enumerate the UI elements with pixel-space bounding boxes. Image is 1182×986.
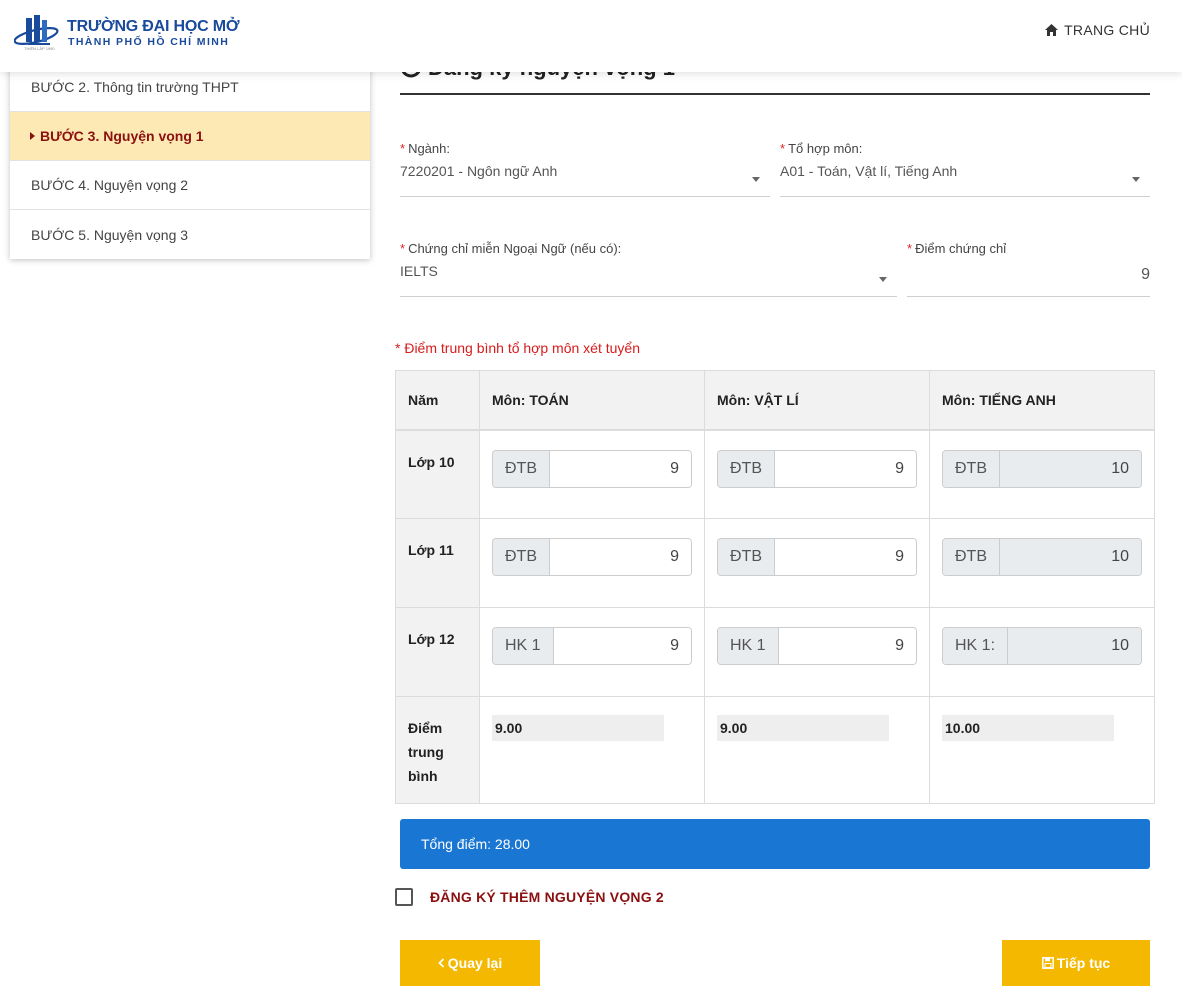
table-header-row: Năm Môn: TOÁN Môn: VẬT LÍ Môn: TIẾNG ANH xyxy=(395,370,1155,431)
next-label: Tiếp tục xyxy=(1056,955,1111,971)
logo-title: TRƯỜNG ĐẠI HỌC MỞ xyxy=(67,18,240,35)
steps-sidebar: BƯỚC 2. Thông tin trường THPT BƯỚC 3. Ng… xyxy=(10,62,370,259)
nganh-value: 7220201 - Ngôn ngữ Anh xyxy=(400,163,558,179)
score-table: Năm Môn: TOÁN Môn: VẬT LÍ Môn: TIẾNG ANH… xyxy=(395,370,1155,804)
diem-chung-chi-value: 9 xyxy=(1141,266,1150,283)
input-value: 9 xyxy=(550,450,691,487)
save-icon xyxy=(1041,957,1054,969)
input-addon: HK 1 xyxy=(493,628,554,664)
year-label: Lớp 11 xyxy=(395,518,480,608)
caret-right-icon xyxy=(30,132,35,140)
sidebar-item-step-5[interactable]: BƯỚC 5. Nguyện vọng 3 xyxy=(10,210,370,259)
table-row: Lớp 11 ĐTB 9 ĐTB 9 ĐTB 10 xyxy=(395,518,1155,608)
dropdown-arrow-icon xyxy=(879,277,887,282)
score-input-toan-12[interactable]: HK 19 xyxy=(492,627,692,665)
input-value: 10 xyxy=(1000,450,1141,487)
title-divider xyxy=(400,93,1150,95)
score-input-toan-10[interactable]: ĐTB 9 xyxy=(492,449,692,488)
home-label: TRANG CHỦ xyxy=(1064,22,1150,38)
input-value: 9 xyxy=(550,539,691,575)
home-icon xyxy=(1045,24,1059,36)
nganh-label: * Ngành: xyxy=(400,141,450,156)
sidebar-item-label: BƯỚC 4. Nguyện vọng 2 xyxy=(31,177,189,193)
sidebar-item-label: BƯỚC 3. Nguyện vọng 1 xyxy=(40,128,204,144)
to-hop-value: A01 - Toán, Vật lí, Tiếng Anh xyxy=(780,163,958,179)
average-toan: 9.00 xyxy=(492,715,664,741)
score-input-tieng-anh-12: HK 1: 10 xyxy=(942,627,1142,665)
table-row: Lớp 10 ĐTB 9 ĐTB 9 ĐTB 10 xyxy=(395,429,1155,519)
input-addon: ĐTB xyxy=(718,539,775,575)
year-label: Lớp 12 xyxy=(395,607,480,697)
back-button[interactable]: Quay lại xyxy=(400,940,540,986)
home-link[interactable]: TRANG CHỦ xyxy=(1045,22,1150,38)
average-tieng-anh: 10.00 xyxy=(942,715,1114,741)
input-value: 10 xyxy=(1000,539,1141,575)
average-vat-li: 9.00 xyxy=(717,715,889,741)
total-score-text: Tổng điểm: 28.00 xyxy=(421,836,530,852)
input-addon: HK 1 xyxy=(718,628,779,664)
input-value: 9 xyxy=(775,539,916,575)
input-addon: ĐTB xyxy=(718,450,775,487)
col-header-toan: Môn: TOÁN xyxy=(479,370,705,431)
score-input-toan-11[interactable]: ĐTB 9 xyxy=(492,538,692,576)
score-input-vat-li-11[interactable]: ĐTB 9 xyxy=(717,538,917,576)
score-input-vat-li-12[interactable]: HK 19 xyxy=(717,627,917,665)
input-addon: ĐTB xyxy=(493,450,550,487)
next-button[interactable]: Tiếp tục xyxy=(1002,940,1150,986)
chevron-left-icon xyxy=(437,958,444,968)
col-header-year: Năm xyxy=(395,370,480,431)
year-label: Lớp 10 xyxy=(395,429,480,519)
score-note: * Điểm trung bình tổ hợp môn xét tuyển xyxy=(395,340,640,356)
sidebar-item-step-3[interactable]: BƯỚC 3. Nguyện vọng 1 xyxy=(10,112,370,161)
to-hop-select[interactable]: * Tổ hợp môn: A01 - Toán, Vật lí, Tiếng A… xyxy=(780,141,1150,197)
average-row: Điểm trung bình 9.00 9.00 10.00 xyxy=(395,696,1155,804)
dropdown-arrow-icon xyxy=(752,177,760,182)
nganh-select[interactable]: * Ngành: 7220201 - Ngôn ngữ Anh xyxy=(400,141,770,197)
score-input-tieng-anh-11: ĐTB 10 xyxy=(942,538,1142,576)
to-hop-label: * Tổ hợp môn: xyxy=(780,141,863,156)
score-input-vat-li-10[interactable]: ĐTB 9 xyxy=(717,449,917,488)
chung-chi-value: IELTS xyxy=(400,263,438,279)
chung-chi-select[interactable]: * Chứng chỉ miễn Ngoại Ngữ (nếu có): IELT… xyxy=(400,241,897,297)
logo-tagline: THIÊN LẬP 1990 xyxy=(24,46,55,51)
col-header-tieng-anh: Môn: TIẾNG ANH xyxy=(929,370,1155,431)
input-addon: ĐTB xyxy=(493,539,550,575)
total-score-banner: Tổng điểm: 28.00 xyxy=(400,819,1150,869)
input-addon: ĐTB xyxy=(943,450,1000,487)
input-value: 9 xyxy=(778,628,916,664)
site-header: TRƯỜNG ĐẠI HỌC MỞ THÀNH PHỐ HỒ CHÍ MINH … xyxy=(0,0,1182,72)
score-input-tieng-anh-10: ĐTB 10 xyxy=(942,449,1142,488)
add-nv2-checkbox[interactable] xyxy=(395,888,413,906)
sidebar-item-step-4[interactable]: BƯỚC 4. Nguyện vọng 2 xyxy=(10,161,370,210)
add-nv2-label: ĐĂNG KÝ THÊM NGUYỆN VỌNG 2 xyxy=(430,889,664,905)
col-header-vat-li: Môn: VẬT LÍ xyxy=(704,370,930,431)
logo-subtitle: THÀNH PHỐ HỒ CHÍ MINH xyxy=(68,36,230,48)
sidebar-item-label: BƯỚC 5. Nguyện vọng 3 xyxy=(31,226,189,243)
sidebar-item-label: BƯỚC 2. Thông tin trường THPT xyxy=(31,78,239,95)
input-value: 10 xyxy=(1008,628,1141,664)
average-label: Điểm trung bình xyxy=(395,696,480,804)
input-addon: ĐTB xyxy=(943,539,1000,575)
chung-chi-label: * Chứng chỉ miễn Ngoại Ngữ (nếu có): xyxy=(400,241,622,256)
back-label: Quay lại xyxy=(447,955,503,971)
input-value: 9 xyxy=(775,450,916,487)
university-logo[interactable]: TRƯỜNG ĐẠI HỌC MỞ THÀNH PHỐ HỒ CHÍ MINH … xyxy=(14,12,239,56)
input-addon: HK 1: xyxy=(943,628,1009,664)
table-row: Lớp 12 HK 19 HK 19 HK 1: 10 xyxy=(395,607,1155,697)
diem-chung-chi-label: * Điểm chứng chỉ xyxy=(907,241,1007,256)
diem-chung-chi-input[interactable]: * Điểm chứng chỉ 9 xyxy=(907,241,1150,297)
dropdown-arrow-icon xyxy=(1132,177,1140,182)
input-value: 9 xyxy=(553,628,691,664)
add-nv2-option[interactable]: ĐĂNG KÝ THÊM NGUYỆN VỌNG 2 xyxy=(395,888,664,906)
